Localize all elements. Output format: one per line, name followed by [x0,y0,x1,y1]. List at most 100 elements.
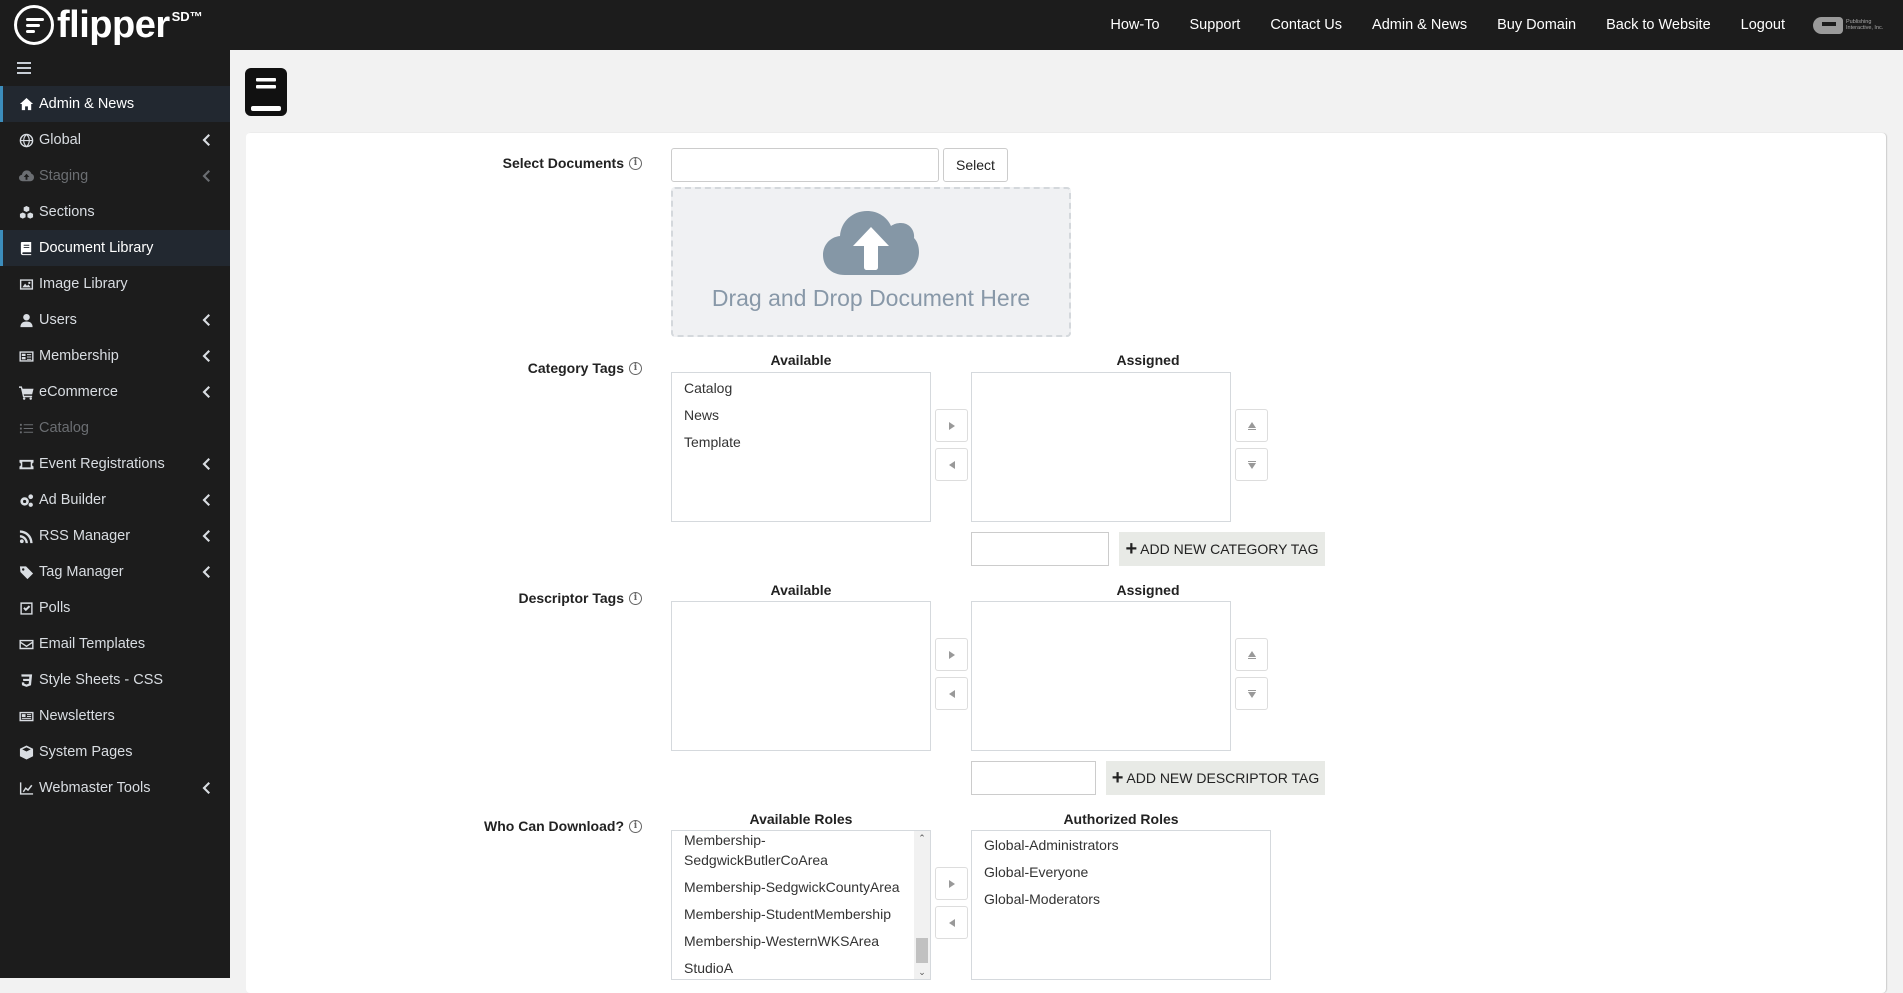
role-option[interactable]: Membership-​SedgwickButlerCoArea [672,831,872,874]
sidebar-item-image-library[interactable]: Image Library [0,266,230,302]
triangle-right-icon [948,421,955,430]
category-option[interactable]: News [672,402,930,429]
category-option[interactable]: Template [672,429,930,456]
descriptor-move-up-button[interactable] [1235,638,1268,671]
role-option[interactable]: StudioA [672,955,914,979]
flipper-logo[interactable]: flipper SD™ [14,5,203,45]
sidebar-item-tag-manager[interactable]: Tag Manager [0,554,230,590]
plus-icon: + [1125,538,1138,560]
document-dropzone[interactable]: Drag and Drop Document Here [671,187,1071,337]
sidebar-item-sections[interactable]: Sections [0,194,230,230]
scroll-down-icon[interactable]: ⌄ [914,965,930,979]
chevron-left-icon[interactable] [202,133,210,147]
sidebar-item-label: Style Sheets - CSS [39,672,164,688]
sidebar-item-style-sheets-css[interactable]: Style Sheets - CSS [0,662,230,698]
category-move-left-button[interactable] [935,448,968,481]
move-top-icon [1247,650,1256,659]
sidebar-item-ecommerce[interactable]: eCommerce [0,374,230,410]
info-icon[interactable]: i [629,156,642,170]
category-assigned-list[interactable] [971,372,1231,522]
sidebar-item-email-templates[interactable]: Email Templates [0,626,230,662]
available-roles-scrollbar[interactable]: ⌃ ⌄ [914,831,930,979]
triangle-left-icon [948,460,955,469]
document-library-book-icon [245,68,287,116]
role-option[interactable]: Membership-WesternWKSArea [672,928,914,955]
move-bottom-icon [1247,460,1256,469]
brand-name: flipper [57,4,170,46]
sidebar-item-membership[interactable]: Membership [0,338,230,374]
category-option[interactable]: Catalog [672,375,930,402]
add-category-tag-button[interactable]: + ADD NEW CATEGORY TAG [1119,532,1325,566]
sidebar-item-staging[interactable]: Staging [0,158,230,194]
topnav-buy-domain[interactable]: Buy Domain [1497,17,1576,33]
sidebar-item-admin-news[interactable]: Admin & News [0,86,230,122]
chevron-left-icon[interactable] [202,313,210,327]
sidebar-item-label: System Pages [39,744,133,760]
descriptor-assigned-list[interactable] [971,601,1231,751]
publisher-logo[interactable]: Publishing Interactive, Inc. [1813,15,1885,35]
css3-icon [18,672,34,688]
add-descriptor-tag-button[interactable]: + ADD NEW DESCRIPTOR TAG [1106,761,1325,795]
sidebar-item-newsletters[interactable]: Newsletters [0,698,230,734]
sidebar-item-webmaster-tools[interactable]: Webmaster Tools [0,770,230,806]
topnav-logout[interactable]: Logout [1741,17,1785,33]
sidebar-item-event-registrations[interactable]: Event Registrations [0,446,230,482]
topnav-contact-us[interactable]: Contact Us [1270,17,1342,33]
new-category-tag-input[interactable] [971,532,1109,566]
topnav-admin-news[interactable]: Admin & News [1372,17,1467,33]
chevron-left-icon[interactable] [202,565,210,579]
topnav-how-to[interactable]: How-To [1110,17,1159,33]
chevron-left-icon[interactable] [202,529,210,543]
descriptor-move-right-button[interactable] [935,638,968,671]
sidebar-item-ad-builder[interactable]: Ad Builder [0,482,230,518]
category-move-down-button[interactable] [1235,448,1268,481]
chevron-left-icon[interactable] [202,349,210,363]
chevron-left-icon[interactable] [202,169,210,183]
info-icon[interactable]: i [629,591,642,605]
sidebar-item-catalog[interactable]: Catalog [0,410,230,446]
sidebar-item-label: Image Library [39,276,128,292]
descriptor-available-header: Available [770,582,832,598]
descriptor-available-list[interactable] [671,601,931,751]
available-roles-list[interactable]: Membership-​SedgwickButlerCoArea Membersh… [671,830,931,980]
role-option[interactable]: Membership-StudentMembership [672,901,914,928]
scrollbar-thumb[interactable] [916,938,928,963]
select-document-button[interactable]: Select [943,148,1008,182]
plus-icon: + [1111,767,1124,789]
chevron-left-icon[interactable] [202,457,210,471]
role-option[interactable]: Global-Moderators [972,886,1270,913]
role-option[interactable]: Membership-SedgwickCountyArea [672,874,914,901]
info-icon[interactable]: i [629,361,642,375]
sidebar-item-label: eCommerce [39,384,118,400]
sidebar-item-label: Catalog [39,420,89,436]
descriptor-move-left-button[interactable] [935,677,968,710]
publisher-mark-icon [1813,16,1843,34]
sidebar-item-label: Email Templates [39,636,146,652]
chevron-left-icon[interactable] [202,385,210,399]
sidebar-item-polls[interactable]: Polls [0,590,230,626]
info-icon[interactable]: i [629,819,642,833]
category-move-up-button[interactable] [1235,409,1268,442]
role-option[interactable]: Global-Everyone [972,859,1270,886]
chevron-left-icon[interactable] [202,493,210,507]
sidebar-toggle-icon[interactable] [17,62,31,74]
document-file-input[interactable] [671,148,939,182]
sidebar-item-rss-manager[interactable]: RSS Manager [0,518,230,554]
roles-move-left-button[interactable] [935,906,968,939]
chevron-left-icon[interactable] [202,781,210,795]
descriptor-move-down-button[interactable] [1235,677,1268,710]
topnav-support[interactable]: Support [1190,17,1241,33]
scroll-up-icon[interactable]: ⌃ [914,831,930,845]
authorized-roles-list[interactable]: Global-Administrators Global-Everyone Glob… [971,830,1271,980]
sidebar-item-document-library[interactable]: Document Library [0,230,230,266]
role-option[interactable]: Global-Administrators [972,832,1270,859]
roles-move-right-button[interactable] [935,867,968,900]
category-move-right-button[interactable] [935,409,968,442]
sidebar-item-system-pages[interactable]: System Pages [0,734,230,770]
topnav-back-to-website[interactable]: Back to Website [1606,17,1711,33]
category-available-list[interactable]: Catalog News Template [671,372,931,522]
sidebar-nav: Admin & News Global Staging Sections Documen… [0,86,230,806]
sidebar-item-users[interactable]: Users [0,302,230,338]
new-descriptor-tag-input[interactable] [971,761,1096,795]
sidebar-item-global[interactable]: Global [0,122,230,158]
